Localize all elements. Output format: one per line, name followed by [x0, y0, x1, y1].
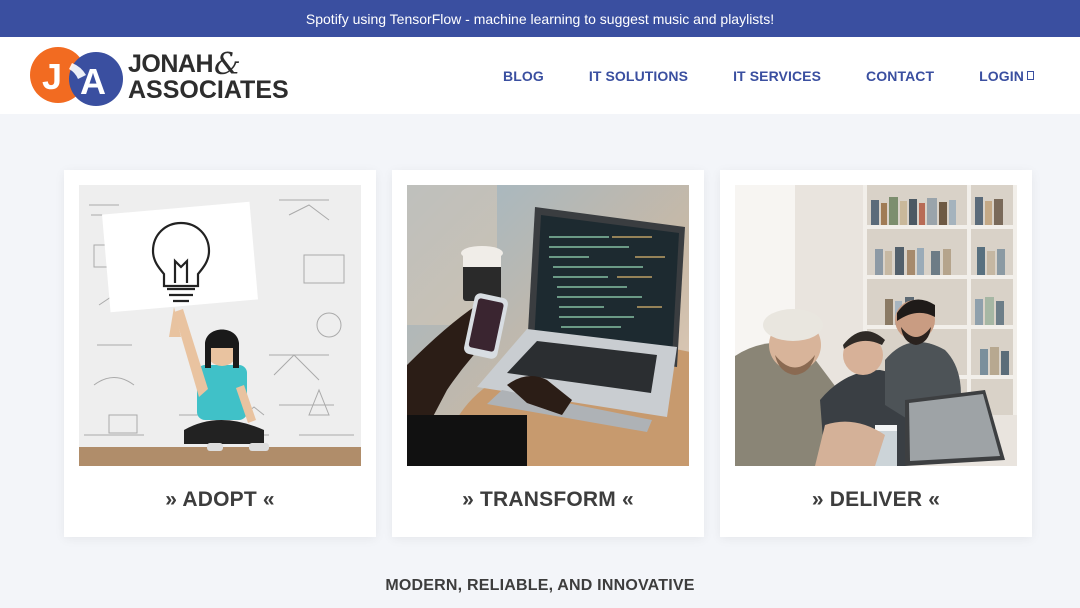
nav-it-solutions[interactable]: IT SOLUTIONS [589, 68, 688, 84]
lock-icon [1027, 71, 1034, 80]
svg-text:J: J [42, 56, 62, 97]
brand-line2: ASSOCIATES [128, 76, 289, 104]
nav-login[interactable]: LOGIN [979, 68, 1034, 84]
card-transform-image [407, 185, 689, 466]
svg-text:A: A [80, 61, 106, 102]
card-deliver-title: » DELIVER « [811, 488, 941, 511]
nav-contact[interactable]: CONTACT [866, 68, 934, 84]
card-deliver-image [735, 185, 1017, 466]
site-header: J A JONAH & ASSOCIATES BLOG IT SOLUTIONS … [0, 37, 1080, 114]
nav-it-services[interactable]: IT SERVICES [733, 68, 821, 84]
card-adopt[interactable]: » ADOPT « [64, 170, 376, 537]
tagline: MODERN, RELIABLE, AND INNOVATIVE [385, 577, 695, 594]
card-transform-title: » TRANSFORM « [462, 488, 634, 511]
card-adopt-title: » ADOPT « [165, 488, 275, 511]
site-logo[interactable]: J A JONAH & ASSOCIATES [28, 45, 289, 107]
ja-logo-icon: J A [30, 47, 123, 106]
brand-ampersand: & [214, 47, 241, 82]
card-transform[interactable]: » TRANSFORM « [392, 170, 704, 537]
announcement-link[interactable]: Spotify using TensorFlow - machine learn… [306, 11, 774, 27]
nav-blog[interactable]: BLOG [503, 68, 544, 84]
announcement-bar: Spotify using TensorFlow - machine learn… [0, 0, 1080, 37]
brand-line1: JONAH [128, 50, 214, 78]
card-adopt-image [79, 185, 361, 466]
brand-wordmark: JONAH & ASSOCIATES [128, 47, 289, 104]
card-deliver[interactable]: » DELIVER « [720, 170, 1032, 537]
nav-login-label: LOGIN [979, 67, 1024, 84]
main-nav: BLOG IT SOLUTIONS IT SERVICES CONTACT LO… [503, 37, 1034, 114]
